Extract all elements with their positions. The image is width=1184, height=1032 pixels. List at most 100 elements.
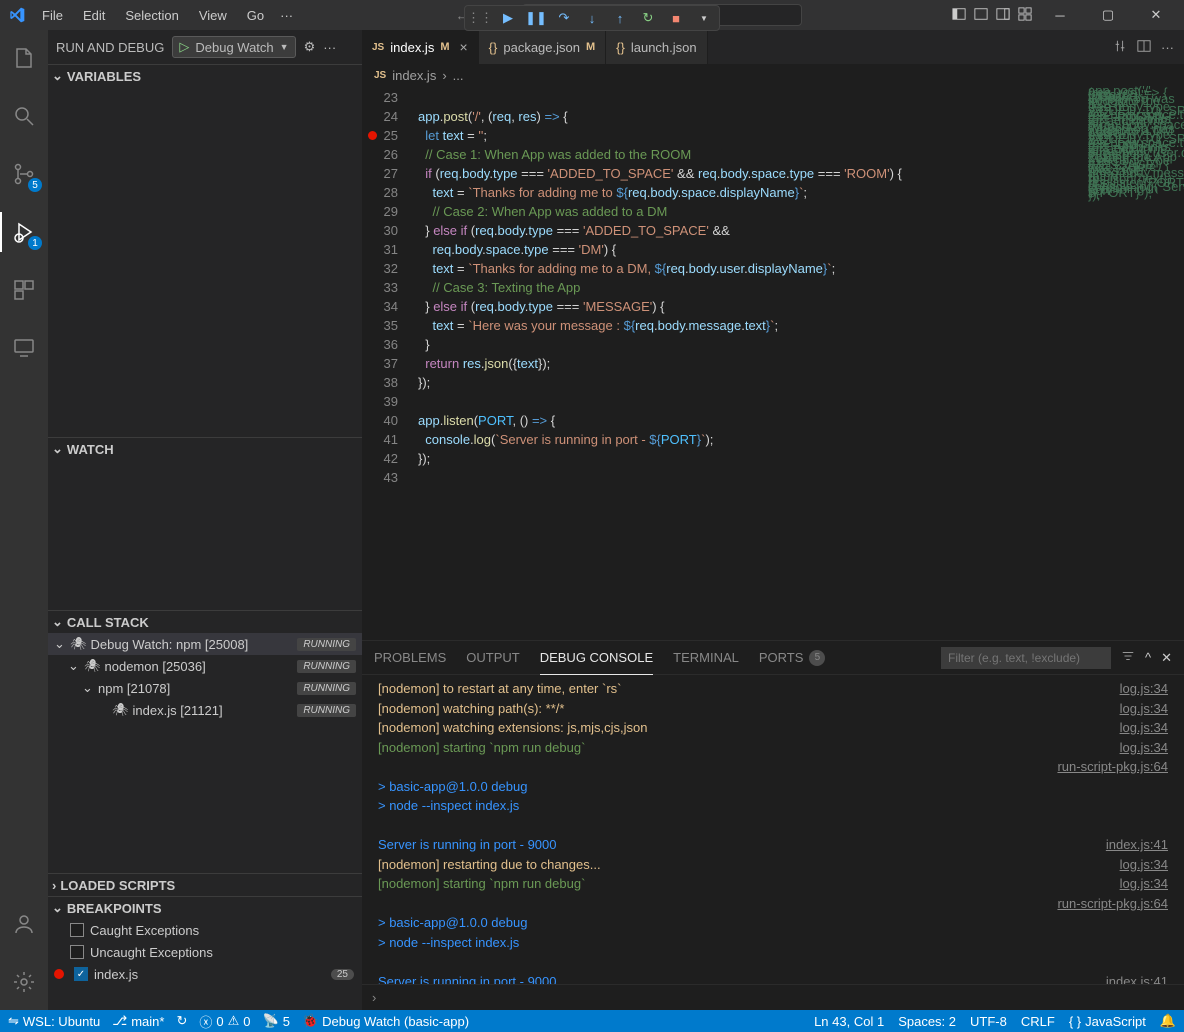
breakpoint-indicator-icon[interactable] xyxy=(368,131,377,140)
bp-file-index[interactable]: ✓ index.js 25 xyxy=(48,963,362,985)
chevron-down-icon: ⌄ xyxy=(68,658,80,674)
chevron-down-icon: ⌄ xyxy=(52,68,63,84)
callstack-item[interactable]: ⌄🕷nodemon [25036]RUNNING xyxy=(48,655,362,677)
gear-icon[interactable]: ⚙ xyxy=(304,39,316,55)
tab-launch-json[interactable]: {}launch.json xyxy=(606,30,707,64)
debug-status[interactable]: 🐞 Debug Watch (basic-app) xyxy=(302,1013,469,1029)
watch-section-header[interactable]: ⌄ WATCH xyxy=(48,438,362,460)
close-panel-icon[interactable]: ✕ xyxy=(1161,650,1172,666)
checkbox[interactable] xyxy=(70,923,84,937)
account-icon[interactable] xyxy=(0,904,48,944)
panel-tab-output[interactable]: OUTPUT xyxy=(466,641,519,675)
debug-alt-icon: 🐞 xyxy=(302,1013,318,1029)
debug-console-output[interactable]: [nodemon] to restart at any time, enter … xyxy=(362,675,1184,984)
drag-handle-icon[interactable]: ⋮⋮ xyxy=(471,9,489,27)
git-branch[interactable]: ⎇ main* xyxy=(112,1013,164,1029)
console-filter-input[interactable] xyxy=(941,647,1111,669)
debug-console-input[interactable]: › xyxy=(362,984,1184,1010)
bp-caught-exceptions[interactable]: Caught Exceptions xyxy=(48,919,362,941)
minimize-button[interactable]: ─ xyxy=(1040,0,1080,30)
console-line: [nodemon] restarting due to changes...lo… xyxy=(362,855,1184,875)
checkbox[interactable]: ✓ xyxy=(74,967,88,981)
callstack-item[interactable]: 🕷index.js [21121]RUNNING xyxy=(48,699,362,721)
settings-icon[interactable] xyxy=(0,962,48,1002)
explorer-icon[interactable] xyxy=(0,38,48,78)
debug-icon[interactable]: 1 xyxy=(0,212,48,252)
more-icon[interactable]: ··· xyxy=(1161,40,1174,55)
source-link[interactable]: log.js:34 xyxy=(1120,718,1168,738)
code-editor[interactable]: app.post('/', (req, res) => { let text =… xyxy=(418,86,1184,640)
layout-panel-bottom-icon[interactable] xyxy=(974,7,988,24)
source-link[interactable]: index.js:41 xyxy=(1106,972,1168,985)
source-link[interactable]: log.js:34 xyxy=(1120,855,1168,875)
modified-indicator: M xyxy=(440,41,449,53)
panel-tab-problems[interactable]: PROBLEMS xyxy=(374,641,446,675)
tab-index-js[interactable]: JSindex.jsM× xyxy=(362,30,479,64)
breadcrumb[interactable]: JS index.js › ... xyxy=(362,64,1184,86)
compare-changes-icon[interactable] xyxy=(1113,39,1127,56)
source-link[interactable]: run-script-pkg.js:64 xyxy=(1057,757,1168,777)
layout-panel-left-icon[interactable] xyxy=(952,7,966,24)
minimap[interactable]: app.post('/', (req, res) => { let text =… xyxy=(1084,86,1184,640)
panel-tab-terminal[interactable]: TERMINAL xyxy=(673,641,739,675)
checkbox[interactable] xyxy=(70,945,84,959)
maximize-button[interactable]: ▢ xyxy=(1088,0,1128,30)
customize-layout-icon[interactable] xyxy=(1018,7,1032,24)
step-out-icon[interactable]: ↑ xyxy=(611,9,629,27)
variables-section-header[interactable]: ⌄ VARIABLES xyxy=(48,65,362,87)
line-gutter[interactable]: 2324252627282930313233343536373839404142… xyxy=(362,86,418,640)
source-link[interactable]: log.js:34 xyxy=(1120,679,1168,699)
tab-package-json[interactable]: {}package.jsonM xyxy=(479,30,606,64)
eol[interactable]: CRLF xyxy=(1021,1014,1055,1029)
debug-toolbar[interactable]: ⋮⋮ ▶ ❚❚ ↷ ↓ ↑ ↻ ■ ▼ xyxy=(464,5,720,31)
loaded-scripts-section-header[interactable]: › LOADED SCRIPTS xyxy=(48,874,362,896)
indent-setting[interactable]: Spaces: 2 xyxy=(898,1014,956,1029)
panel-tab-ports[interactable]: PORTS5 xyxy=(759,641,826,675)
console-line: Server is running in port - 9000index.js… xyxy=(362,835,1184,855)
search-icon[interactable] xyxy=(0,96,48,136)
source-link[interactable]: log.js:34 xyxy=(1120,738,1168,758)
maximize-panel-icon[interactable]: ^ xyxy=(1145,650,1151,665)
remote-indicator[interactable]: ⇋ WSL: Ubuntu xyxy=(8,1013,100,1029)
menu-selection[interactable]: Selection xyxy=(117,4,186,27)
cursor-position[interactable]: Ln 43, Col 1 xyxy=(814,1014,884,1029)
notifications-icon[interactable]: 🔔 xyxy=(1160,1013,1176,1029)
breakpoints-section-header[interactable]: ⌄ BREAKPOINTS xyxy=(48,897,362,919)
debug-toolbar-chevron-down-icon[interactable]: ▼ xyxy=(695,9,713,27)
encoding[interactable]: UTF-8 xyxy=(970,1014,1007,1029)
step-into-icon[interactable]: ↓ xyxy=(583,9,601,27)
close-button[interactable]: ✕ xyxy=(1136,0,1176,30)
source-link[interactable]: index.js:41 xyxy=(1106,835,1168,855)
menu-edit[interactable]: Edit xyxy=(75,4,113,27)
close-tab-icon[interactable]: × xyxy=(459,39,467,55)
menu-overflow[interactable]: ··· xyxy=(272,4,301,27)
menu-view[interactable]: View xyxy=(191,4,235,27)
menu-file[interactable]: File xyxy=(34,4,71,27)
callstack-item[interactable]: ⌄🕷Debug Watch: npm [25008]RUNNING xyxy=(48,633,362,655)
filter-icon[interactable] xyxy=(1121,649,1135,666)
language-mode[interactable]: { } JavaScript xyxy=(1069,1014,1146,1029)
panel-tab-debug-console[interactable]: DEBUG CONSOLE xyxy=(540,641,653,675)
ports-indicator[interactable]: 📡5 xyxy=(263,1013,290,1029)
source-link[interactable]: log.js:34 xyxy=(1120,699,1168,719)
continue-icon[interactable]: ▶ xyxy=(499,9,517,27)
split-editor-icon[interactable] xyxy=(1137,39,1151,56)
source-link[interactable]: run-script-pkg.js:64 xyxy=(1057,894,1168,914)
extensions-icon[interactable] xyxy=(0,270,48,310)
step-over-icon[interactable]: ↷ xyxy=(555,9,573,27)
stop-icon[interactable]: ■ xyxy=(667,9,685,27)
pause-icon[interactable]: ❚❚ xyxy=(527,9,545,27)
bp-uncaught-exceptions[interactable]: Uncaught Exceptions xyxy=(48,941,362,963)
problems-indicator[interactable]: ⓧ0 ⚠0 xyxy=(199,1012,250,1031)
source-link[interactable]: log.js:34 xyxy=(1120,874,1168,894)
callstack-item[interactable]: ⌄npm [21078]RUNNING xyxy=(48,677,362,699)
debug-config-select[interactable]: ▷ Debug Watch ▼ xyxy=(172,36,295,58)
layout-panel-right-icon[interactable] xyxy=(996,7,1010,24)
git-sync[interactable]: ↻ xyxy=(176,1013,187,1029)
more-icon[interactable]: ··· xyxy=(323,40,336,55)
restart-icon[interactable]: ↻ xyxy=(639,9,657,27)
menu-go[interactable]: Go xyxy=(239,4,272,27)
source-control-icon[interactable]: 5 xyxy=(0,154,48,194)
callstack-section-header[interactable]: ⌄ CALL STACK xyxy=(48,611,362,633)
remote-explorer-icon[interactable] xyxy=(0,328,48,368)
